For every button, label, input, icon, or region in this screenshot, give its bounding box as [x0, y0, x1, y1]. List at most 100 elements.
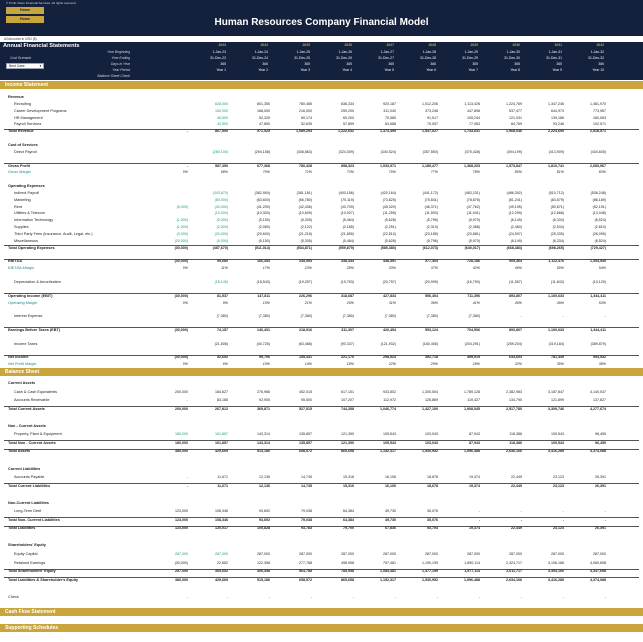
value-cell: 4,347,698	[590, 569, 606, 574]
value-cell: 3,393,166	[548, 569, 564, 574]
value-cell: 1,224,769	[506, 101, 522, 106]
value-cell: 537,477	[509, 108, 522, 113]
row-label: Net Profit Margin	[8, 362, 37, 367]
value-cell: (5,000)	[216, 238, 228, 243]
value-cell: 4,277,674	[590, 406, 606, 411]
year-header: 2030	[512, 43, 520, 47]
header-meta-cell: Year 4	[342, 68, 352, 72]
value-cell: (400,156)	[338, 190, 354, 195]
value-cell: 429,669	[215, 577, 228, 582]
table-row: Property, Plant & Equipment 180,000 161,85…	[0, 432, 643, 438]
value-cell: 513,186	[257, 449, 270, 454]
value-cell: 14,745	[301, 475, 312, 480]
value-cell: 16,106	[385, 475, 396, 480]
value-cell: 112,972	[383, 398, 396, 403]
value-cell: (7,380)	[216, 314, 228, 319]
value-cell: 93,692	[259, 517, 270, 522]
value-cell: 26,391	[595, 526, 606, 531]
value-cell: (441,172)	[422, 190, 438, 195]
value-cell: 52,635	[301, 122, 312, 127]
row-label: Equity Capital	[14, 552, 38, 556]
value-cell: (18,145)	[214, 279, 228, 284]
value-cell: (434,605)	[590, 149, 606, 154]
value-cell: 498,958	[341, 560, 354, 565]
amounts-note: All Amounts in USD ($)	[4, 37, 37, 41]
table-row: Depreciation & Amortization (18,145) (18,5…	[0, 280, 643, 286]
value-cell: 452,015	[299, 389, 312, 394]
value-cell: 147,811	[257, 293, 270, 298]
value-cell: 22,652	[217, 560, 228, 565]
value-cell: (50,671)	[550, 204, 564, 209]
value-cell: 18%	[346, 362, 354, 367]
value-cell: 893,807	[509, 293, 522, 298]
value-cell: 14%	[304, 362, 312, 367]
table-row	[0, 492, 643, 498]
value-cell: 23,123	[553, 526, 564, 531]
opening-cell: 0%	[182, 362, 188, 367]
value-cell: (362,954)	[254, 190, 270, 195]
value-cell: 277,788	[299, 560, 312, 565]
value-cell: 287,000	[425, 552, 438, 556]
value-cell: (204,291)	[464, 341, 480, 346]
opening-cell: (30,000)	[174, 560, 188, 565]
opening-cell: (1,000)	[176, 225, 188, 230]
header-meta-cell: 365	[220, 62, 226, 66]
value-cell: (19,257)	[298, 279, 312, 284]
header-meta-cell: 1-Jan-30	[506, 50, 520, 54]
value-cell: 22%	[388, 362, 396, 367]
value-cell: 527,515	[299, 406, 312, 411]
value-cell: (559,879)	[338, 245, 354, 250]
value-cell: 1,100,633	[548, 327, 564, 332]
value-cell: (2,000)	[216, 225, 228, 230]
table-row	[0, 586, 643, 592]
value-cell: 161,857	[215, 432, 228, 437]
value-cell: (45,020)	[382, 204, 396, 209]
value-cell: 77%	[430, 170, 438, 175]
value-cell: (2,122)	[300, 225, 312, 230]
opening-cell: (30,000)	[174, 259, 188, 264]
value-cell: (487,670)	[212, 245, 228, 250]
table-row: Marketing (60,000) (63,600) (66,780) (70,119…	[0, 198, 643, 204]
value-cell: 780,485	[299, 101, 312, 106]
value-cell: 37%	[430, 266, 438, 271]
value-cell: 564,788	[299, 569, 312, 574]
value-cell: (41,200)	[256, 204, 270, 209]
value-cell: (23,185)	[424, 232, 438, 236]
value-cell: 118,386	[509, 440, 522, 445]
table-row: Information Technology (1,000) (5,000) (5,1…	[0, 218, 643, 224]
row-label: Payroll Services	[14, 122, 42, 127]
value-cell: 1,112,476	[548, 259, 564, 264]
value-cell: 75%	[388, 170, 396, 175]
opening-cell: 123,000	[175, 509, 188, 514]
row-label: Revenue	[8, 95, 24, 99]
value-cell: (324,309)	[338, 149, 354, 154]
value-cell: (11,255)	[382, 211, 396, 216]
value-cell: (698,265)	[548, 245, 564, 250]
value-cell: -	[520, 517, 522, 522]
value-cell: (5,796)	[426, 218, 438, 223]
opening-cell: 380,000	[175, 577, 188, 582]
value-cell: (73,625)	[382, 197, 396, 202]
row-label: EBITDA Margin	[8, 266, 35, 271]
value-cell: 865,658	[341, 449, 354, 454]
header-meta-cell: Year 1	[216, 68, 226, 72]
home-button-1[interactable]: Home	[6, 7, 44, 14]
year-header: 2031	[554, 43, 562, 47]
value-cell: 49,730	[385, 517, 396, 522]
value-cell: (340,524)	[380, 149, 396, 154]
value-cell: 105,543	[383, 440, 396, 445]
year-header: 2024	[260, 43, 268, 47]
value-cell: (5,150)	[258, 238, 270, 243]
value-cell: (729,427)	[590, 245, 606, 250]
row-label: Current Liabilities	[8, 466, 41, 471]
value-cell: 311,307	[341, 327, 354, 332]
value-cell: 1,690,114	[464, 560, 480, 565]
value-cell: 92,905	[259, 398, 270, 403]
value-cell: (6,149)	[510, 238, 522, 243]
value-cell: 1,344,411	[590, 327, 606, 332]
value-cell: 45%	[514, 300, 522, 305]
value-cell: 1,547,027	[422, 129, 438, 134]
value-cell: 780,428	[299, 163, 312, 168]
year-header: 2025	[302, 43, 310, 47]
table-row: Cash & Cash Equivalents 200,000 184,627 276…	[0, 390, 643, 396]
